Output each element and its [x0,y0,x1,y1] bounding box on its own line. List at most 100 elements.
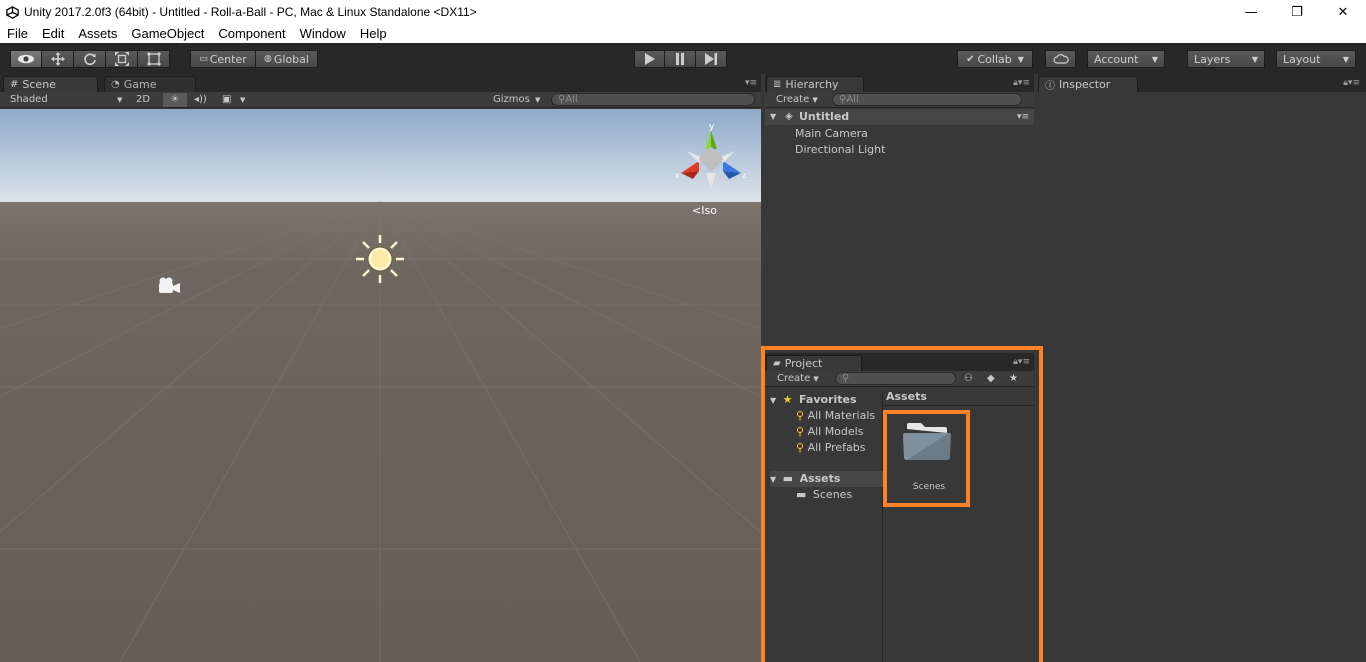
gizmos-dropdown[interactable]: Gizmos [493,93,530,107]
account-group: Account ▼ [1087,50,1165,68]
chevron-down-icon: ▼ [535,96,541,104]
account-label: Account [1094,52,1139,66]
step-icon [705,53,717,65]
pause-button[interactable] [665,50,696,68]
menu-edit[interactable]: Edit [35,24,71,43]
menu-component[interactable]: Component [211,24,292,43]
rect-tool-button[interactable] [138,50,170,68]
scale-tool-button[interactable] [106,50,138,68]
search-icon: ⚲ [796,425,805,438]
list-item[interactable]: ⚲ All Materials [796,408,875,424]
favorites-label: Favorites [799,393,857,406]
layout-dropdown[interactable]: Layout ▼ [1276,50,1356,68]
scene-lighting-toggle[interactable]: ☀ [163,93,187,107]
audio-toggle[interactable]: ◂)) [194,93,207,107]
filter-label-icon[interactable]: ◆ [987,372,995,386]
star-icon[interactable]: ★ [1009,372,1018,386]
scene-menu-icon[interactable]: ▾≡ [1017,109,1029,125]
filter-type-icon[interactable]: ⚇ [964,372,973,386]
chevron-down-icon: ▼ [770,475,777,484]
directional-light-gizmo [356,235,404,283]
pivot-global-button[interactable]: ◍ Global [256,50,318,68]
tab-scene[interactable]: # Scene [3,76,98,92]
pivot-center-button[interactable]: ▭ Center [190,50,256,68]
list-item[interactable]: ⚲ All Models [796,424,863,440]
menu-assets[interactable]: Assets [71,24,124,43]
asset-folder-label: Scenes [812,488,853,501]
lock-menu-icon[interactable]: 🔒︎▾≡ [1013,357,1030,367]
eye-icon [18,54,34,64]
axis-y-label: y [709,122,715,132]
inspector-tabstrip: ⓘ Inspector 🔒︎▾≡ [1038,74,1366,92]
pause-icon [676,53,684,65]
star-icon: ★ [782,393,793,406]
hierarchy-search-placeholder: All [846,94,859,105]
search-icon: ⚲ [796,409,805,422]
tab-game-label: Game [123,78,157,91]
assets-root-row[interactable]: ▼ ▬ Assets [770,471,883,487]
play-button[interactable] [634,50,665,68]
move-tool-button[interactable] [42,50,74,68]
list-item[interactable]: ⚲ All Prefabs [796,440,866,456]
menu-window[interactable]: Window [293,24,353,43]
tab-inspector[interactable]: ⓘ Inspector [1038,76,1138,92]
maximize-button[interactable]: ❐ [1274,0,1320,24]
tab-inspector-label: Inspector [1059,78,1111,91]
lock-menu-icon[interactable]: 🔒︎▾≡ [1343,78,1360,88]
project-create-dropdown[interactable]: Create ▼ [777,372,819,386]
lock-menu-icon[interactable]: 🔒︎▾≡ [1013,78,1030,88]
account-dropdown[interactable]: Account ▼ [1087,50,1165,68]
play-icon [644,53,655,65]
list-item[interactable]: ▬ Scenes [796,487,852,503]
chevron-down-icon: ▼ [117,96,123,104]
cloud-group [1045,50,1076,68]
tab-project[interactable]: ▰ Project [766,355,862,371]
chevron-down-icon: ▼ [770,396,777,405]
folder-icon: ▰ [773,358,781,369]
collab-dropdown[interactable]: ✔ Collab ▼ [957,50,1033,68]
toggle-2d-button[interactable]: 2D [136,93,150,107]
layout-label: Layout [1283,52,1321,66]
iso-label[interactable]: <Iso [692,204,717,217]
layers-dropdown[interactable]: Layers ▼ [1187,50,1265,68]
iso-text: Iso [701,204,717,217]
collab-label: Collab [977,52,1012,66]
favorites-row[interactable]: ▼ ★ Favorites [770,392,857,408]
unity-editor: Unity 2017.2.0f3 (64bit) - Untitled - Ro… [0,0,1366,662]
scene-search-placeholder: All [565,94,578,105]
hierarchy-create-dropdown[interactable]: Create ▼ [776,93,818,107]
rotate-tool-button[interactable] [74,50,106,68]
breadcrumb-assets[interactable]: Assets [886,390,927,403]
scene-viewport[interactable]: y x z <Iso [0,109,761,662]
hierarchy-search-input[interactable]: ⚲All [832,93,1022,106]
chevron-down-icon: ▼ [1151,54,1158,64]
project-search-input[interactable]: ⚲ [835,372,956,385]
cloud-services-button[interactable] [1045,50,1076,68]
tab-hierarchy[interactable]: ≣ Hierarchy [766,76,864,92]
step-button[interactable] [696,50,727,68]
menu-gameobject[interactable]: GameObject [124,24,211,43]
shading-mode-dropdown[interactable]: Shaded [10,93,48,107]
check-icon: ✔ [966,53,975,65]
close-button[interactable]: ✕ [1320,0,1366,24]
view-tool-button[interactable] [10,50,42,68]
collab-group: ✔ Collab ▼ [957,50,1033,68]
hierarchy-panel: ≣ Hierarchy 🔒︎▾≡ Create ▼ ⚲All ▼ ◈ Untit… [765,74,1034,346]
playback-controls [634,50,727,68]
project-panel: ▰ Project 🔒︎▾≡ Create ▼ ⚲ ⚇ ◆ ★ ▼ ★ Favo… [765,353,1034,662]
panel-menu-icon[interactable]: ▾≡ [745,78,757,88]
list-item[interactable]: Directional Light [765,142,1034,158]
tab-game[interactable]: ◔ Game [104,76,196,92]
menu-file[interactable]: File [0,24,35,43]
scene-search-input[interactable]: ⚲All [551,93,755,106]
layout-group: Layout ▼ [1276,50,1356,68]
scene-root-row[interactable]: ▼ ◈ Untitled ▾≡ [765,109,1034,125]
favorite-item-label: All Models [807,425,864,438]
move-icon [50,52,65,66]
effects-toggle[interactable]: ▣ [222,93,231,107]
list-item[interactable]: Main Camera [765,126,1034,142]
menu-help[interactable]: Help [353,24,394,43]
minimize-button[interactable]: — [1228,0,1274,24]
globe-icon: ◍ [264,54,272,64]
asset-grid-item[interactable]: Scenes [889,411,969,492]
